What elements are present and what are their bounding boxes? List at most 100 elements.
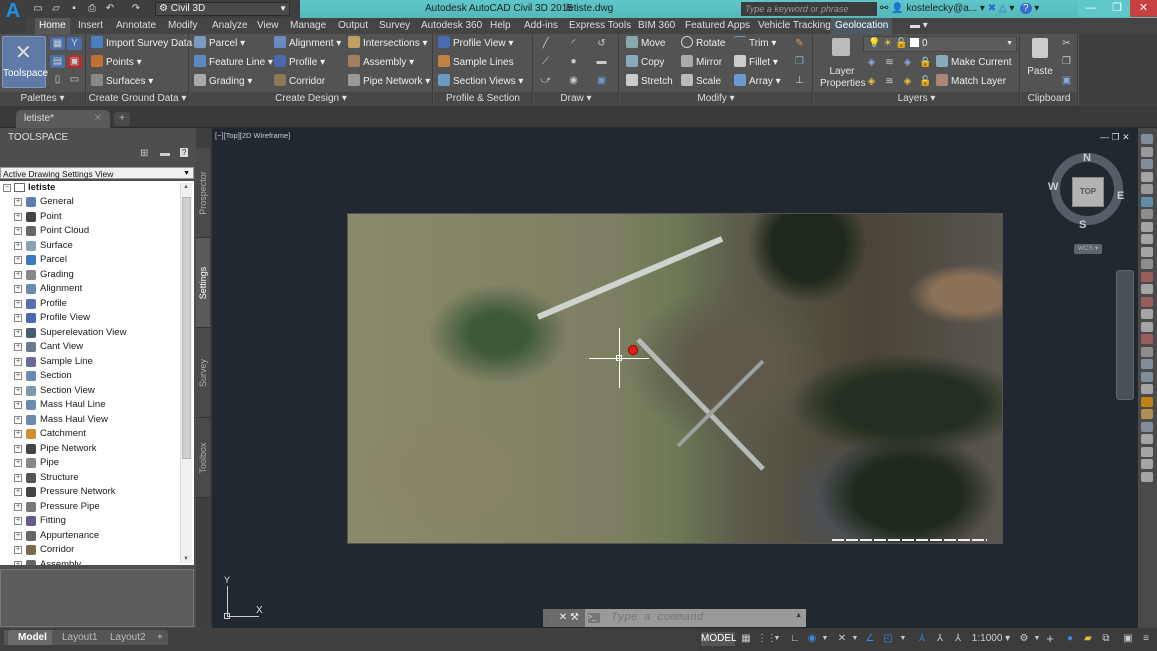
side-tab-prospector[interactable]: Prospector bbox=[196, 148, 210, 238]
expand-icon[interactable]: + bbox=[14, 314, 22, 322]
chevron-down-icon[interactable]: ▼ bbox=[773, 632, 781, 646]
snap-icon[interactable]: ⋮⋮ bbox=[757, 632, 777, 646]
new-document-button[interactable]: + bbox=[114, 112, 130, 126]
application-menu-button[interactable]: A bbox=[0, 0, 26, 34]
tree-view-icon[interactable]: ⊞ bbox=[140, 148, 148, 159]
user-name[interactable]: kostelecky@a... bbox=[906, 3, 977, 14]
scale-button[interactable]: Scale bbox=[681, 74, 721, 90]
expand-icon[interactable]: + bbox=[14, 386, 22, 395]
print-icon[interactable]: ⎙ bbox=[86, 3, 98, 15]
mirror-button[interactable]: Mirror bbox=[681, 55, 722, 71]
fullscreen-icon[interactable]: ▣ bbox=[1121, 632, 1135, 646]
tool-strip-icon[interactable] bbox=[1141, 196, 1153, 207]
collapse-icon[interactable]: − bbox=[3, 184, 11, 192]
tool-strip-icon[interactable] bbox=[1141, 371, 1153, 382]
assembly-button[interactable]: Assembly ▾ bbox=[348, 55, 414, 71]
tab-express-tools[interactable]: Express Tools bbox=[565, 18, 635, 34]
toolbox-icon[interactable]: ▣ bbox=[67, 55, 82, 68]
model-space-toggle[interactable]: MODEL bbox=[701, 632, 737, 646]
layer-lock-icon[interactable]: 🔓 bbox=[895, 38, 907, 49]
help-search-input[interactable]: Type a keyword or phrase bbox=[741, 2, 877, 16]
arc-icon[interactable]: ◜ bbox=[566, 37, 581, 50]
prospector-icon[interactable]: ▦ bbox=[50, 37, 65, 50]
tab-geolocation[interactable]: Geolocation bbox=[831, 18, 893, 34]
ortho-icon[interactable]: ∟ bbox=[789, 632, 801, 646]
panel-title-draw[interactable]: Draw ▾ bbox=[534, 92, 618, 106]
workspace-gear-icon[interactable]: ⚙ bbox=[1017, 632, 1031, 646]
expand-icon[interactable]: + bbox=[14, 212, 22, 221]
close-icon[interactable]: ✕ bbox=[94, 110, 102, 128]
workspace-select[interactable]: ⚙ Civil 3D ▼ bbox=[155, 2, 290, 16]
chevron-down-icon[interactable]: ▼ bbox=[851, 632, 859, 646]
match-layer-button[interactable]: Match Layer bbox=[936, 74, 1006, 90]
tool-strip-icon[interactable] bbox=[1141, 209, 1153, 219]
isodraft-icon[interactable]: ✕ bbox=[835, 632, 849, 646]
expand-icon[interactable]: + bbox=[14, 488, 22, 496]
tab-output[interactable]: Output bbox=[334, 18, 372, 34]
undo-icon[interactable]: ↶ bbox=[104, 3, 116, 15]
expand-icon[interactable]: + bbox=[14, 473, 22, 482]
clean-screen-toggle-icon[interactable]: ⧉ bbox=[1099, 632, 1113, 646]
circle-icon[interactable]: ● bbox=[566, 55, 581, 68]
expand-icon[interactable]: + bbox=[14, 198, 22, 206]
design-center-icon[interactable]: ▭ bbox=[67, 73, 82, 86]
annotation-scale-select[interactable]: 1:1000 ▾ bbox=[969, 632, 1013, 646]
tool-strip-icon[interactable] bbox=[1141, 159, 1153, 169]
open-file-icon[interactable]: ▱ bbox=[50, 3, 62, 15]
geo-marker-icon[interactable] bbox=[628, 345, 638, 355]
copy-button[interactable]: Copy bbox=[626, 55, 664, 71]
panel-title-palettes[interactable]: Palettes ▾ bbox=[0, 92, 85, 106]
polyline-icon[interactable]: ⟋ bbox=[538, 55, 553, 68]
polar-tracking-icon[interactable]: ◉ bbox=[805, 632, 819, 646]
cut-icon[interactable]: ✂ bbox=[1059, 37, 1074, 50]
chevron-down-icon[interactable]: ▼ bbox=[899, 632, 907, 646]
feature-line-button[interactable]: Feature Line ▾ bbox=[194, 55, 273, 71]
expand-icon[interactable]: + bbox=[14, 502, 22, 511]
import-survey-data-button[interactable]: Import Survey Data bbox=[91, 36, 192, 52]
command-history-icon[interactable]: ▲ bbox=[795, 612, 802, 619]
expand-icon[interactable]: + bbox=[14, 415, 22, 424]
viewport-controls-label[interactable]: [−][Top][2D Wireframe] bbox=[215, 131, 290, 140]
panel-title-modify[interactable]: Modify ▾ bbox=[620, 92, 812, 106]
profile-button[interactable]: Profile ▾ bbox=[274, 55, 325, 71]
wcs-menu[interactable]: WCS ▾ bbox=[1074, 244, 1102, 254]
tool-strip-icon[interactable] bbox=[1141, 184, 1153, 194]
offset-icon[interactable]: ⊥ bbox=[792, 74, 807, 87]
annotation-visibility-icon[interactable]: ⅄ bbox=[915, 632, 929, 646]
grid-icon[interactable]: ▦ bbox=[739, 632, 753, 646]
binoculars-icon[interactable]: ⚯ bbox=[880, 3, 891, 14]
expand-icon[interactable]: + bbox=[14, 241, 22, 250]
layer-lock-tool-icon[interactable]: 🔒 bbox=[918, 56, 933, 69]
rotate-draw-icon[interactable]: ↺ bbox=[594, 37, 609, 50]
tool-strip-icon[interactable] bbox=[1141, 434, 1153, 444]
panel-title-layers[interactable]: Layers ▾ bbox=[814, 92, 1019, 106]
help-icon[interactable]: ? bbox=[1019, 3, 1032, 14]
scroll-down-icon[interactable]: ▼ bbox=[183, 556, 189, 562]
expand-icon[interactable]: + bbox=[14, 270, 22, 279]
document-tab[interactable]: letiste* ✕ bbox=[16, 110, 110, 128]
tool-strip-icon[interactable] bbox=[1141, 134, 1153, 144]
drawing-viewport[interactable]: [−][Top][2D Wireframe] — ❐ ✕ TOP N S E W… bbox=[212, 128, 1138, 628]
pipe-network-button[interactable]: Pipe Network ▾ bbox=[348, 74, 430, 90]
a360-icon[interactable]: △ bbox=[999, 3, 1007, 14]
move-button[interactable]: Move bbox=[626, 36, 665, 52]
chevron-down-icon[interactable]: ▼ bbox=[821, 632, 829, 646]
auto-scale-icon[interactable]: ⅄ bbox=[933, 632, 947, 646]
layer-unisolate-icon[interactable]: ≋ bbox=[882, 75, 897, 88]
make-current-button[interactable]: Make Current bbox=[936, 55, 1012, 71]
copy-clip-icon[interactable]: ❐ bbox=[1059, 55, 1074, 68]
ellipse-icon[interactable]: ◉ bbox=[566, 74, 581, 87]
expand-icon[interactable]: + bbox=[14, 357, 22, 366]
hardware-acceleration-icon[interactable]: ▰ bbox=[1081, 632, 1095, 646]
points-button[interactable]: Points ▾ bbox=[91, 55, 142, 71]
tool-strip-icon[interactable] bbox=[1141, 171, 1153, 182]
layer-unlock-icon[interactable]: 🔓 bbox=[918, 75, 933, 88]
grading-button[interactable]: Grading ▾ bbox=[194, 74, 252, 90]
tab-vehicle-tracking[interactable]: Vehicle Tracking bbox=[754, 18, 835, 34]
viewcube-top-face[interactable]: TOP bbox=[1072, 177, 1104, 207]
expand-icon[interactable]: + bbox=[14, 546, 22, 554]
tool-strip-icon[interactable] bbox=[1141, 446, 1153, 457]
section-views-button[interactable]: Section Views ▾ bbox=[438, 74, 523, 90]
layer-thaw-icon[interactable]: ◈ bbox=[900, 75, 915, 88]
line-icon[interactable]: ╱ bbox=[538, 37, 553, 50]
